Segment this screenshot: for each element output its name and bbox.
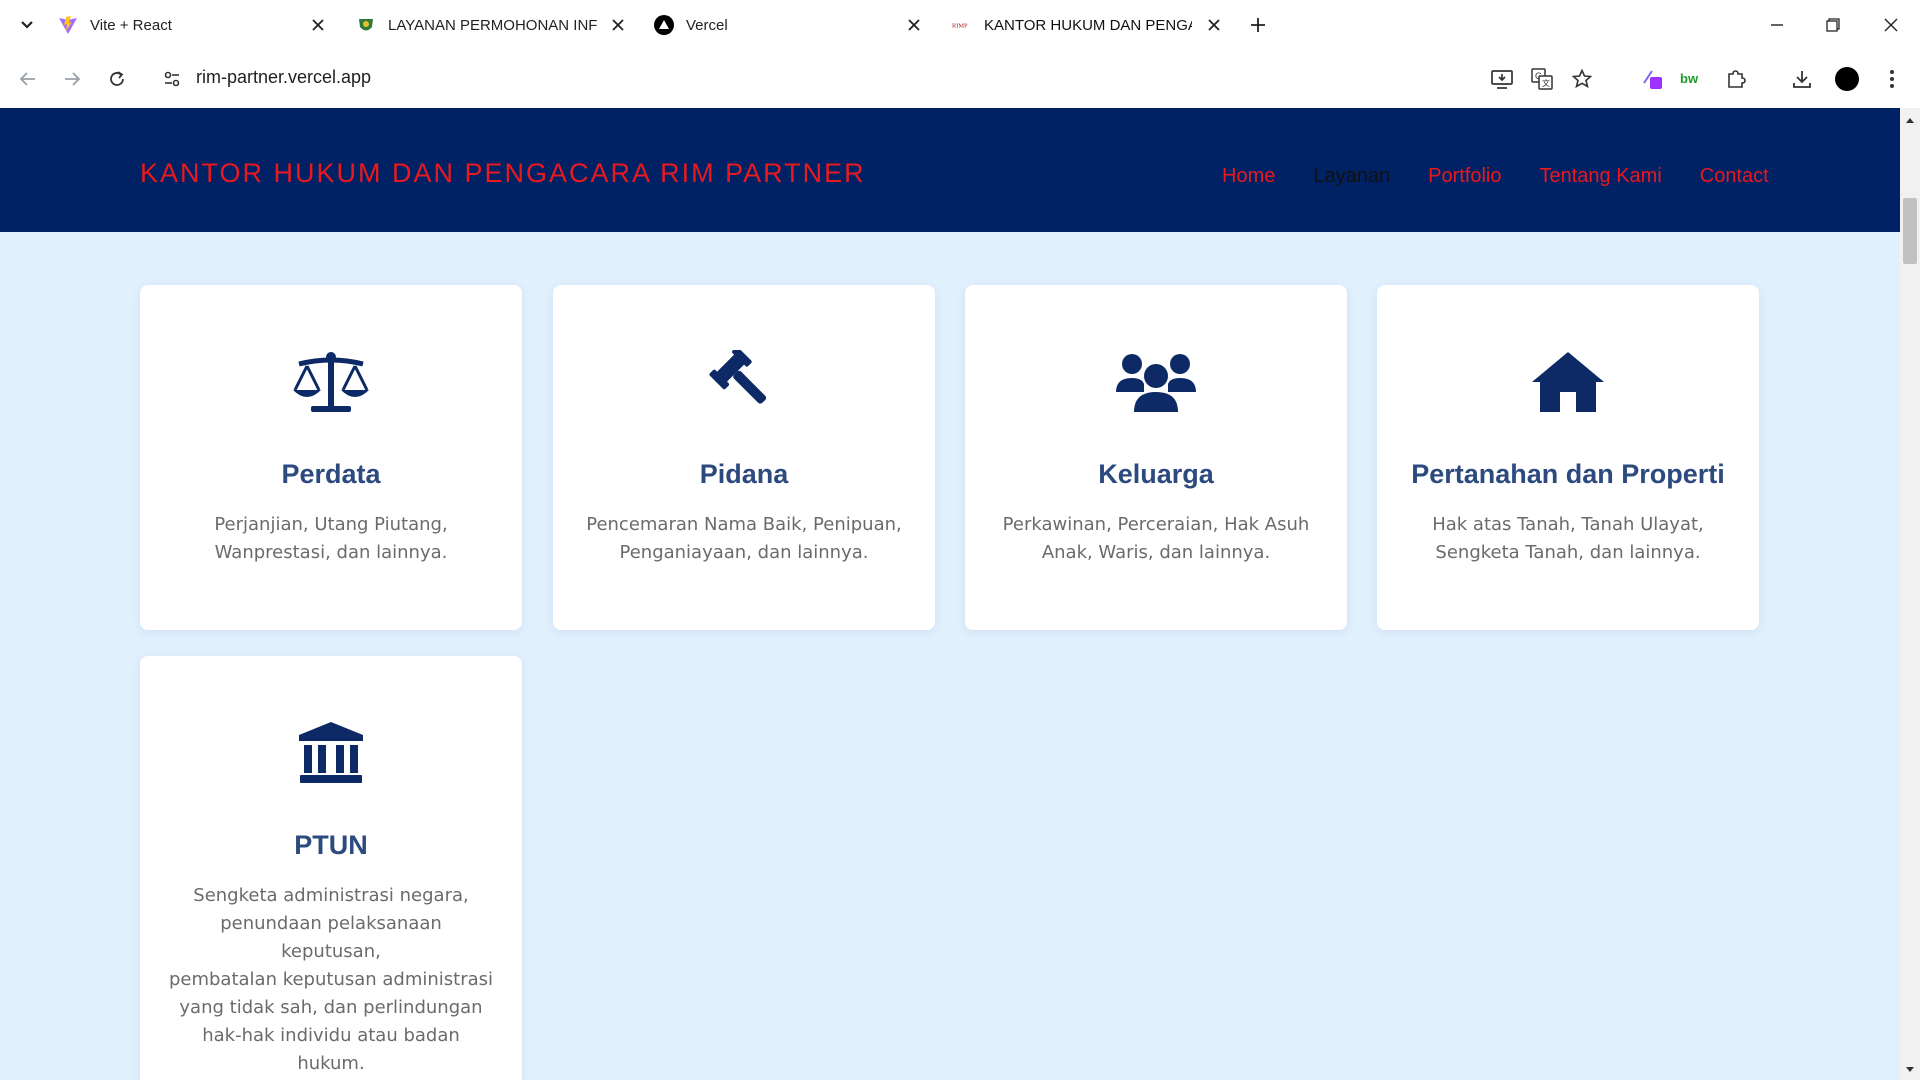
browser-tab-vite[interactable]: Vite + React — [58, 6, 336, 44]
service-card-pertanahan: Pertanahan dan Properti Hak atas Tanah, … — [1377, 285, 1759, 630]
svg-text:RIMP: RIMP — [952, 23, 968, 30]
browser-tab-strip: Vite + React LAYANAN PERMOHONAN INFO Ver… — [0, 0, 1920, 50]
nav-layanan[interactable]: Layanan — [1313, 165, 1390, 188]
service-description: Pencemaran Nama Baik, Penipuan, Pengania… — [586, 514, 902, 563]
restore-icon[interactable] — [1818, 10, 1848, 40]
site-brand[interactable]: KANTOR HUKUM DAN PENGACARA RIM PARTNER — [140, 158, 866, 189]
landmark-icon — [140, 721, 522, 785]
close-tab-icon[interactable] — [904, 15, 924, 35]
close-tab-icon[interactable] — [1204, 15, 1224, 35]
tab-title: KANTOR HUKUM DAN PENGAC — [984, 16, 1192, 34]
rimp-icon: RIMP — [952, 15, 972, 35]
browser-toolbar: rim-partner.vercel.app G文 bw — [0, 50, 1920, 108]
gavel-icon — [553, 350, 935, 416]
service-title: Keluarga — [1098, 459, 1214, 489]
browser-tab-layanan[interactable]: LAYANAN PERMOHONAN INFO — [356, 6, 634, 44]
service-card-perdata: Perdata Perjanjian, Utang Piutang, Wanpr… — [140, 285, 522, 630]
extension-bw-icon[interactable]: bw — [1677, 65, 1705, 93]
close-tab-icon[interactable] — [308, 15, 328, 35]
browser-tab-vercel[interactable]: Vercel — [654, 6, 932, 44]
scroll-up-arrow-icon[interactable] — [1900, 110, 1920, 130]
close-window-icon[interactable] — [1876, 10, 1906, 40]
downloads-icon[interactable] — [1788, 65, 1816, 93]
address-bar-url[interactable]: rim-partner.vercel.app — [196, 67, 371, 88]
nav-portfolio[interactable]: Portfolio — [1428, 165, 1501, 188]
tab-title: Vercel — [686, 16, 728, 34]
government-emblem-icon — [356, 15, 376, 35]
more-menu-icon[interactable] — [1878, 65, 1906, 93]
tab-title: LAYANAN PERMOHONAN INFO — [388, 16, 598, 34]
nav-home[interactable]: Home — [1222, 165, 1275, 188]
extension-purple-icon[interactable] — [1638, 65, 1666, 93]
service-description: Perjanjian, Utang Piutang, Wanprestasi, … — [214, 514, 448, 563]
page-viewport: KANTOR HUKUM DAN PENGACARA RIM PARTNER H… — [0, 108, 1900, 1080]
vite-icon — [58, 15, 78, 35]
service-description: Perkawinan, Perceraian, Hak Asuh Anak, W… — [1002, 514, 1310, 563]
site-info-icon[interactable] — [158, 65, 186, 93]
service-title: PTUN — [294, 830, 368, 860]
service-description: Sengketa administrasi negara, penundaan … — [168, 885, 494, 1074]
reload-icon[interactable] — [103, 65, 131, 93]
service-card-keluarga: Keluarga Perkawinan, Perceraian, Hak Asu… — [965, 285, 1347, 630]
install-app-icon[interactable] — [1488, 65, 1516, 93]
profile-avatar[interactable] — [1833, 65, 1861, 93]
tab-search-chevron-icon[interactable] — [14, 12, 40, 38]
users-icon — [965, 350, 1347, 414]
service-title: Pertanahan dan Properti — [1411, 459, 1725, 489]
svg-text:bw: bw — [1680, 71, 1699, 86]
house-icon — [1377, 350, 1759, 414]
extensions-puzzle-icon[interactable] — [1722, 65, 1750, 93]
site-header: KANTOR HUKUM DAN PENGACARA RIM PARTNER H… — [0, 108, 1900, 232]
minimize-icon[interactable] — [1762, 10, 1792, 40]
back-arrow-icon[interactable] — [14, 65, 42, 93]
nav-tentang-kami[interactable]: Tentang Kami — [1539, 165, 1661, 188]
new-tab-plus-icon[interactable] — [1245, 12, 1271, 38]
vercel-icon — [654, 15, 674, 35]
scrollbar-thumb[interactable] — [1903, 198, 1917, 264]
service-title: Perdata — [281, 459, 381, 489]
site-nav: Home Layanan Portfolio Tentang Kami Cont… — [1222, 165, 1807, 188]
scale-balance-icon — [140, 350, 522, 414]
bookmark-star-icon[interactable] — [1568, 65, 1596, 93]
scroll-down-arrow-icon[interactable] — [1900, 1060, 1920, 1080]
service-card-pidana: Pidana Pencemaran Nama Baik, Penipuan, P… — [553, 285, 935, 630]
service-description: Hak atas Tanah, Tanah Ulayat, Sengketa T… — [1432, 514, 1704, 563]
service-title: Pidana — [699, 459, 789, 489]
nav-contact[interactable]: Contact — [1700, 165, 1769, 188]
tab-title: Vite + React — [90, 16, 172, 34]
forward-arrow-icon[interactable] — [58, 65, 86, 93]
translate-icon[interactable]: G文 — [1528, 65, 1556, 93]
close-tab-icon[interactable] — [608, 15, 628, 35]
service-card-ptun: PTUN Sengketa administrasi negara, penun… — [140, 656, 522, 1080]
browser-tab-rim-partner[interactable]: RIMP KANTOR HUKUM DAN PENGAC — [952, 6, 1230, 44]
svg-text:文: 文 — [1542, 78, 1550, 88]
